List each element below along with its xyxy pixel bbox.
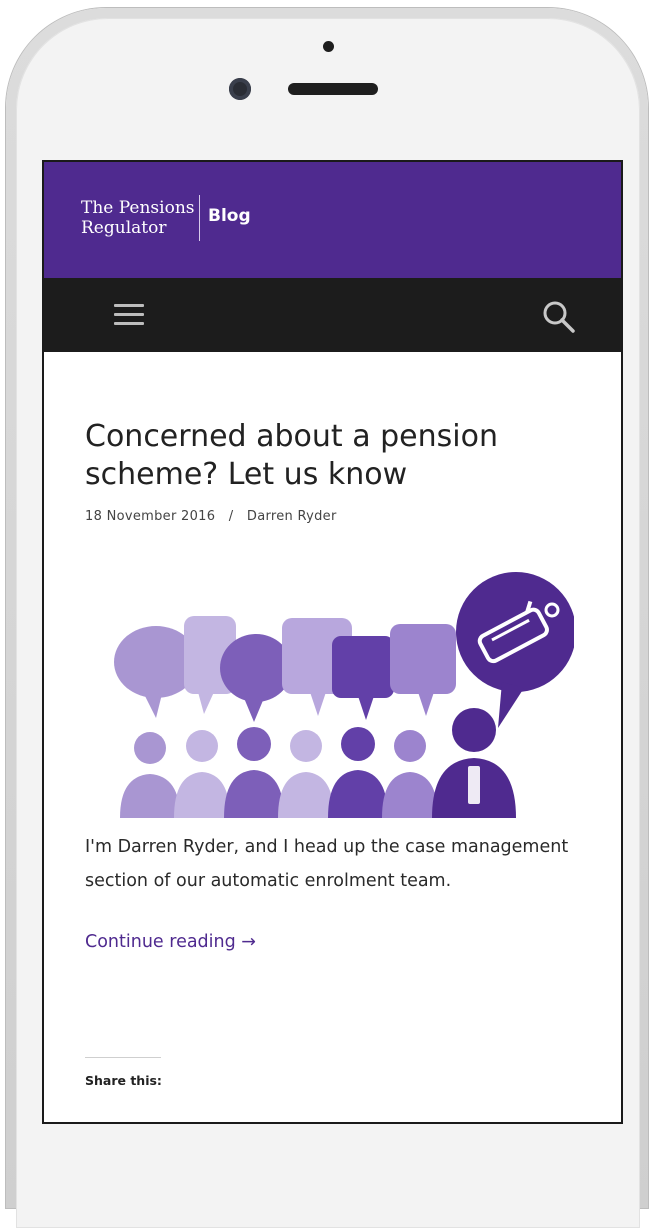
- meta-separator: /: [228, 509, 234, 524]
- site-logo[interactable]: The Pensions Regulator: [81, 198, 195, 238]
- post-date[interactable]: 18 November 2016: [85, 509, 215, 524]
- post-title[interactable]: Concerned about a pension scheme? Let us…: [85, 418, 555, 494]
- logo-line-2: Regulator: [81, 218, 167, 238]
- whistleblower-illustration: [114, 572, 574, 818]
- hamburger-menu-icon[interactable]: [114, 304, 144, 326]
- proximity-sensor: [323, 41, 334, 52]
- post-excerpt: I'm Darren Ryder, and I head up the case…: [85, 837, 569, 891]
- share-label: Share this:: [85, 1073, 162, 1088]
- speech-bubbles-icon: [114, 616, 456, 722]
- blog-section-label[interactable]: Blog: [208, 206, 251, 226]
- post-meta: 18 November 2016 / Darren Ryder: [85, 509, 337, 524]
- logo-line-1: The Pensions: [81, 198, 195, 218]
- search-icon[interactable]: [540, 300, 580, 334]
- continue-reading-link[interactable]: Continue reading →: [85, 932, 256, 952]
- earpiece-speaker: [288, 83, 378, 95]
- site-header: The Pensions Regulator Blog: [44, 162, 621, 278]
- share-divider: [85, 1057, 161, 1058]
- whistle-icon: [456, 572, 574, 728]
- logo-divider: [199, 195, 200, 241]
- front-camera: [229, 78, 251, 100]
- people-group-icon: [120, 708, 516, 818]
- post-author[interactable]: Darren Ryder: [247, 509, 337, 524]
